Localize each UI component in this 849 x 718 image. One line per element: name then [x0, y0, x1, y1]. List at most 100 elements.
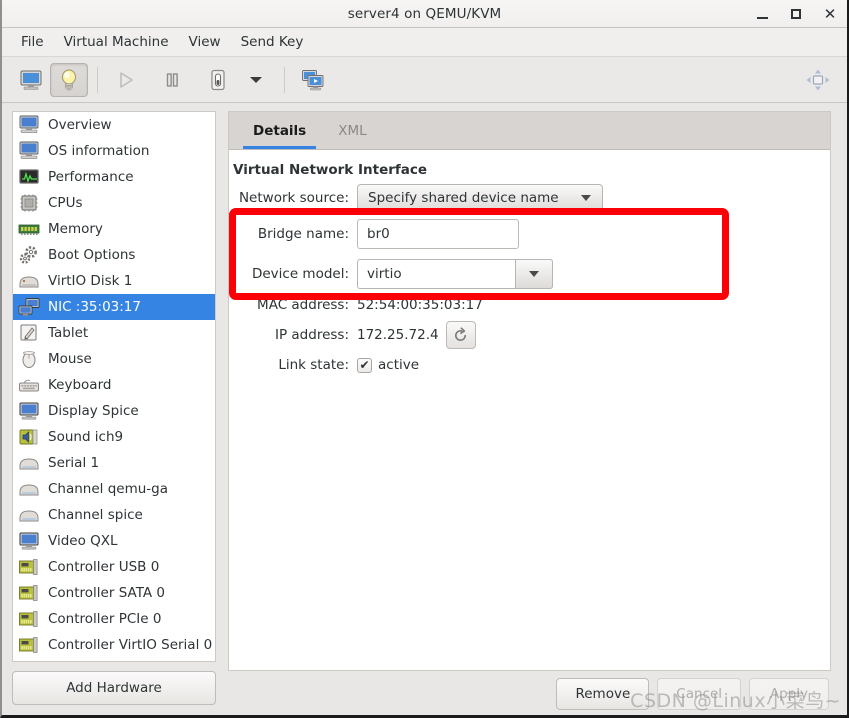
link-state-checkbox[interactable]: ✔ [357, 357, 372, 373]
menu-view[interactable]: View [180, 31, 230, 53]
sidebar-item-cpus[interactable]: CPUs [13, 190, 215, 216]
tab-details[interactable]: Details [237, 112, 322, 149]
refresh-ip-button[interactable] [445, 321, 476, 349]
sidebar-item-controller-virtio-serial-0[interactable]: Controller VirtIO Serial 0 [13, 632, 215, 658]
sidebar-item-os-information[interactable]: OS information [13, 138, 215, 164]
apply-button[interactable]: Apply [749, 678, 829, 710]
performance-icon [18, 167, 40, 187]
pause-icon [166, 72, 178, 87]
sidebar-item-display-spice[interactable]: Display Spice [13, 398, 215, 424]
controller-icon [18, 583, 40, 603]
sidebar-item-overview[interactable]: Overview [13, 112, 215, 138]
sidebar-item-controller-sata-0[interactable]: Controller SATA 0 [13, 580, 215, 606]
sidebar-item-label: Video QXL [48, 533, 118, 549]
sidebar-item-label: Performance [48, 169, 134, 185]
body: Overview OS information Performance CPUs… [2, 103, 847, 715]
minimize-button[interactable] [753, 5, 771, 23]
sidebar-item-label: Controller SATA 0 [48, 585, 166, 601]
controller-icon [18, 609, 40, 629]
tab-xml[interactable]: XML [322, 112, 382, 149]
device-model-select[interactable]: virtio [357, 259, 553, 289]
sidebar-item-label: Serial 1 [48, 455, 100, 471]
sidebar-item-mouse[interactable]: Mouse [13, 346, 215, 372]
menu-send-key[interactable]: Send Key [232, 31, 313, 53]
sidebar-item-tablet[interactable]: Tablet [13, 320, 215, 346]
display-icon [18, 531, 40, 551]
fullscreen-icon[interactable] [805, 68, 831, 96]
sidebar-item-sound-ich9[interactable]: Sound ich9 [13, 424, 215, 450]
sidebar-item-keyboard[interactable]: Keyboard [13, 372, 215, 398]
mouse-icon [18, 349, 40, 369]
remove-button[interactable]: Remove [556, 678, 650, 710]
nic-details-form: Virtual Network Interface Network source… [229, 150, 830, 670]
shutdown-button[interactable] [199, 63, 237, 97]
sidebar-item-virtio-disk-1[interactable]: VirtIO Disk 1 [13, 268, 215, 294]
close-button[interactable]: ✕ [821, 5, 839, 23]
computer-icon [18, 141, 40, 161]
chevron-down-icon [581, 195, 591, 201]
sidebar-item-memory[interactable]: Memory [13, 216, 215, 242]
show-console-button[interactable] [12, 63, 50, 97]
bridge-name-input[interactable]: br0 [357, 219, 519, 249]
memory-icon [18, 219, 40, 239]
sidebar-item-label: Memory [48, 221, 103, 237]
pause-button[interactable] [153, 63, 191, 97]
action-buttons: Remove Cancel Apply [228, 671, 831, 715]
hardware-list[interactable]: Overview OS information Performance CPUs… [12, 111, 216, 662]
sidebar-item-label: Boot Options [48, 247, 136, 263]
sidebar-item-label: Controller VirtIO Serial 0 [48, 637, 213, 653]
bridge-name-row: Bridge name: br0 [229, 219, 830, 249]
snapshots-button[interactable] [294, 63, 332, 97]
cancel-button[interactable]: Cancel [657, 678, 741, 710]
maximize-button[interactable] [787, 5, 805, 23]
controller-icon [18, 635, 40, 655]
computer-icon [18, 115, 40, 135]
add-hardware-button[interactable]: Add Hardware [12, 671, 216, 705]
sidebar-item-label: Controller USB 0 [48, 559, 160, 575]
menu-virtual-machine[interactable]: Virtual Machine [55, 31, 178, 53]
toolbar [2, 57, 847, 103]
sidebar-item-video-qxl[interactable]: Video QXL [13, 528, 215, 554]
device-model-dropdown-button[interactable] [515, 259, 553, 289]
chevron-down-icon [529, 271, 539, 277]
nic-icon [18, 297, 40, 317]
chevron-down-icon [250, 76, 262, 83]
shutdown-menu-button[interactable] [237, 63, 275, 97]
window-controls: ✕ [753, 0, 839, 28]
network-source-row: Network source: Specify shared device na… [229, 184, 830, 212]
mac-address-row: MAC address: 52:54:00:35:03:17 [229, 297, 830, 313]
sidebar-item-boot-options[interactable]: Boot Options [13, 242, 215, 268]
ip-address-label: IP address: [275, 327, 349, 343]
mac-address-value: 52:54:00:35:03:17 [357, 297, 483, 313]
controller-icon [18, 557, 40, 577]
menu-file[interactable]: File [12, 31, 53, 53]
sidebar-item-performance[interactable]: Performance [13, 164, 215, 190]
sidebar-item-label: Sound ich9 [48, 429, 124, 445]
sidebar-item-label: VirtIO Disk 1 [48, 273, 133, 289]
network-source-select[interactable]: Specify shared device name [357, 184, 603, 212]
monitor-icon [20, 70, 42, 90]
add-hardware-label: Add Hardware [66, 680, 162, 696]
device-model-row: Device model: virtio [229, 259, 830, 289]
disk-icon [18, 271, 40, 291]
sidebar-item-controller-pcie-0[interactable]: Controller PCIe 0 [13, 606, 215, 632]
sidebar-item-serial-1[interactable]: Serial 1 [13, 450, 215, 476]
sidebar-item-label: OS information [48, 143, 150, 159]
sidebar-item-nic[interactable]: NIC :35:03:17 [13, 294, 215, 320]
network-source-value: Specify shared device name [368, 190, 559, 206]
sidebar-item-controller-usb-0[interactable]: Controller USB 0 [13, 554, 215, 580]
sidebar-item-channel-qemu-ga[interactable]: Channel qemu-ga [13, 476, 215, 502]
sidebar-item-label: Display Spice [48, 403, 139, 419]
menu-bar: File Virtual Machine View Send Key [2, 28, 847, 57]
sidebar-item-channel-spice[interactable]: Channel spice [13, 502, 215, 528]
run-button[interactable] [107, 63, 145, 97]
show-details-button[interactable] [50, 62, 88, 97]
sound-icon [18, 427, 40, 447]
hardware-sidebar: Overview OS information Performance CPUs… [2, 103, 226, 715]
link-state-label: Link state: [278, 357, 349, 373]
sidebar-item-label: Controller PCIe 0 [48, 611, 162, 627]
window-title: server4 on QEMU/KVM [347, 5, 502, 22]
content-area: Details XML Virtual Network Interface Ne… [226, 103, 847, 715]
virt-manager-window: server4 on QEMU/KVM ✕ File Virtual Machi… [0, 0, 849, 718]
cpu-icon [18, 193, 40, 213]
